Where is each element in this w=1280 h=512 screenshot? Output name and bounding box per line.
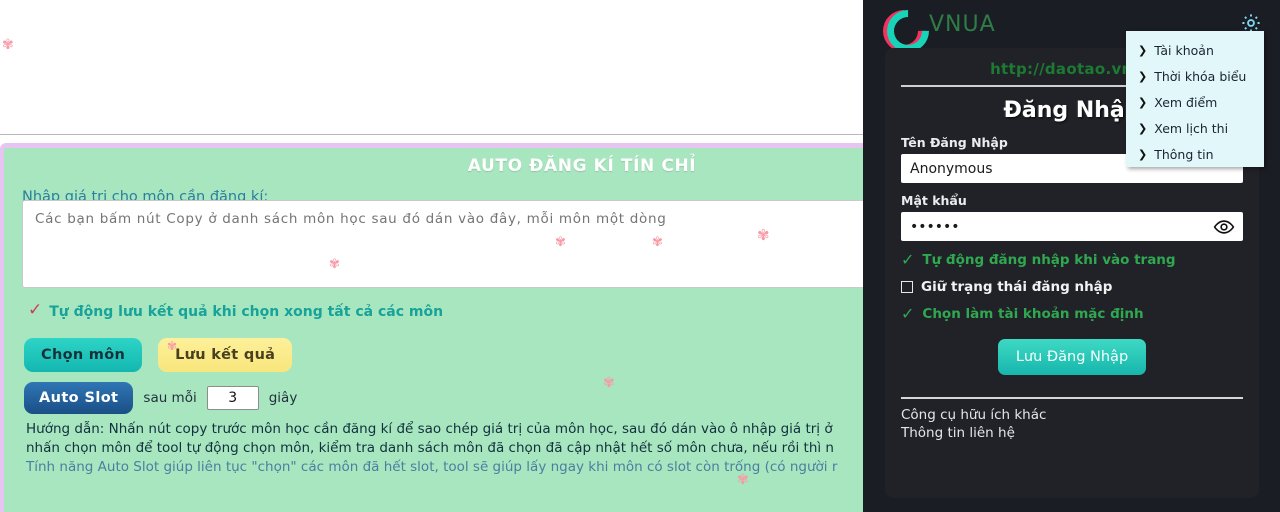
chevron-right-icon: ❯ [1138, 147, 1148, 161]
option-label: Tự động đăng nhập khi vào trang [922, 252, 1176, 268]
option-label: Chọn làm tài khoản mặc định [922, 306, 1144, 322]
check-icon: ✓ [901, 250, 915, 269]
password-field-wrapper [901, 212, 1243, 241]
menu-item-label: Thời khóa biểu [1154, 68, 1247, 84]
contact-info-link[interactable]: Thông tin liên hệ [901, 425, 1243, 441]
menu-item-xem-lich-thi[interactable]: ❯ Xem lịch thi [1134, 115, 1264, 141]
check-icon: ✓ [28, 300, 43, 320]
chevron-right-icon: ❯ [1138, 43, 1148, 57]
menu-item-label: Thông tin [1154, 146, 1214, 162]
eye-icon[interactable] [1213, 216, 1235, 238]
flower-decoration-icon: ✾ [603, 375, 615, 391]
save-result-button[interactable]: Lưu kết quả [158, 338, 293, 372]
save-login-button[interactable]: Lưu Đăng Nhập [997, 339, 1147, 375]
action-button-row: Chọn môn Lưu kết quả [24, 338, 293, 372]
chevron-right-icon: ❯ [1138, 95, 1148, 109]
menu-item-label: Xem lịch thi [1154, 120, 1229, 136]
password-label: Mật khẩu [901, 193, 967, 208]
autosave-label: Tự động lưu kết quả khi chọn xong tất cả… [49, 303, 444, 320]
option-label: Giữ trạng thái đăng nhập [921, 279, 1113, 295]
menu-item-thong-tin[interactable]: ❯ Thông tin [1134, 141, 1264, 167]
check-icon: ✓ [901, 304, 915, 323]
password-input[interactable] [901, 212, 1243, 241]
interval-suffix-label: giây [268, 390, 298, 406]
menu-item-xem-diem[interactable]: ❯ Xem điểm [1134, 89, 1264, 115]
letter-c-glitch-logo-icon [883, 8, 917, 40]
autosave-option[interactable]: ✓ Tự động lưu kết quả khi chọn xong tất … [28, 300, 444, 320]
interval-prefix-label: sau mỗi [143, 390, 197, 406]
save-login-wrapper: Lưu Đăng Nhập [901, 339, 1243, 375]
other-tools-link[interactable]: Công cụ hữu ích khác [901, 407, 1243, 423]
option-auto-login[interactable]: ✓ Tự động đăng nhập khi vào trang [901, 250, 1243, 269]
menu-item-label: Tài khoản [1154, 42, 1214, 58]
menu-item-label: Xem điểm [1154, 94, 1218, 110]
select-subject-button[interactable]: Chọn môn [24, 338, 143, 372]
option-default-account[interactable]: ✓ Chọn làm tài khoản mặc định [901, 304, 1243, 323]
checkbox-empty-icon[interactable] [901, 281, 913, 293]
brand-title: VNUA [929, 11, 996, 37]
auto-slot-row: Auto Slot sau mỗi giây [24, 382, 297, 414]
menu-item-tai-khoan[interactable]: ❯ Tài khoản [1134, 37, 1264, 63]
gear-dropdown-menu: ❯ Tài khoản ❯ Thời khóa biểu ❯ Xem điểm … [1126, 31, 1264, 167]
auto-slot-button[interactable]: Auto Slot [24, 382, 134, 414]
option-keep-logged-in[interactable]: Giữ trạng thái đăng nhập [901, 279, 1243, 295]
chevron-right-icon: ❯ [1138, 121, 1148, 135]
screen-root: ✾ AUTO ĐĂNG KÍ TÍN CHỈ Nhập giá trị cho … [0, 0, 1280, 512]
footer-divider [901, 397, 1243, 399]
interval-seconds-input[interactable] [206, 386, 259, 410]
chevron-right-icon: ❯ [1138, 69, 1148, 83]
menu-item-thoi-khoa-bieu[interactable]: ❯ Thời khóa biểu [1134, 63, 1264, 89]
